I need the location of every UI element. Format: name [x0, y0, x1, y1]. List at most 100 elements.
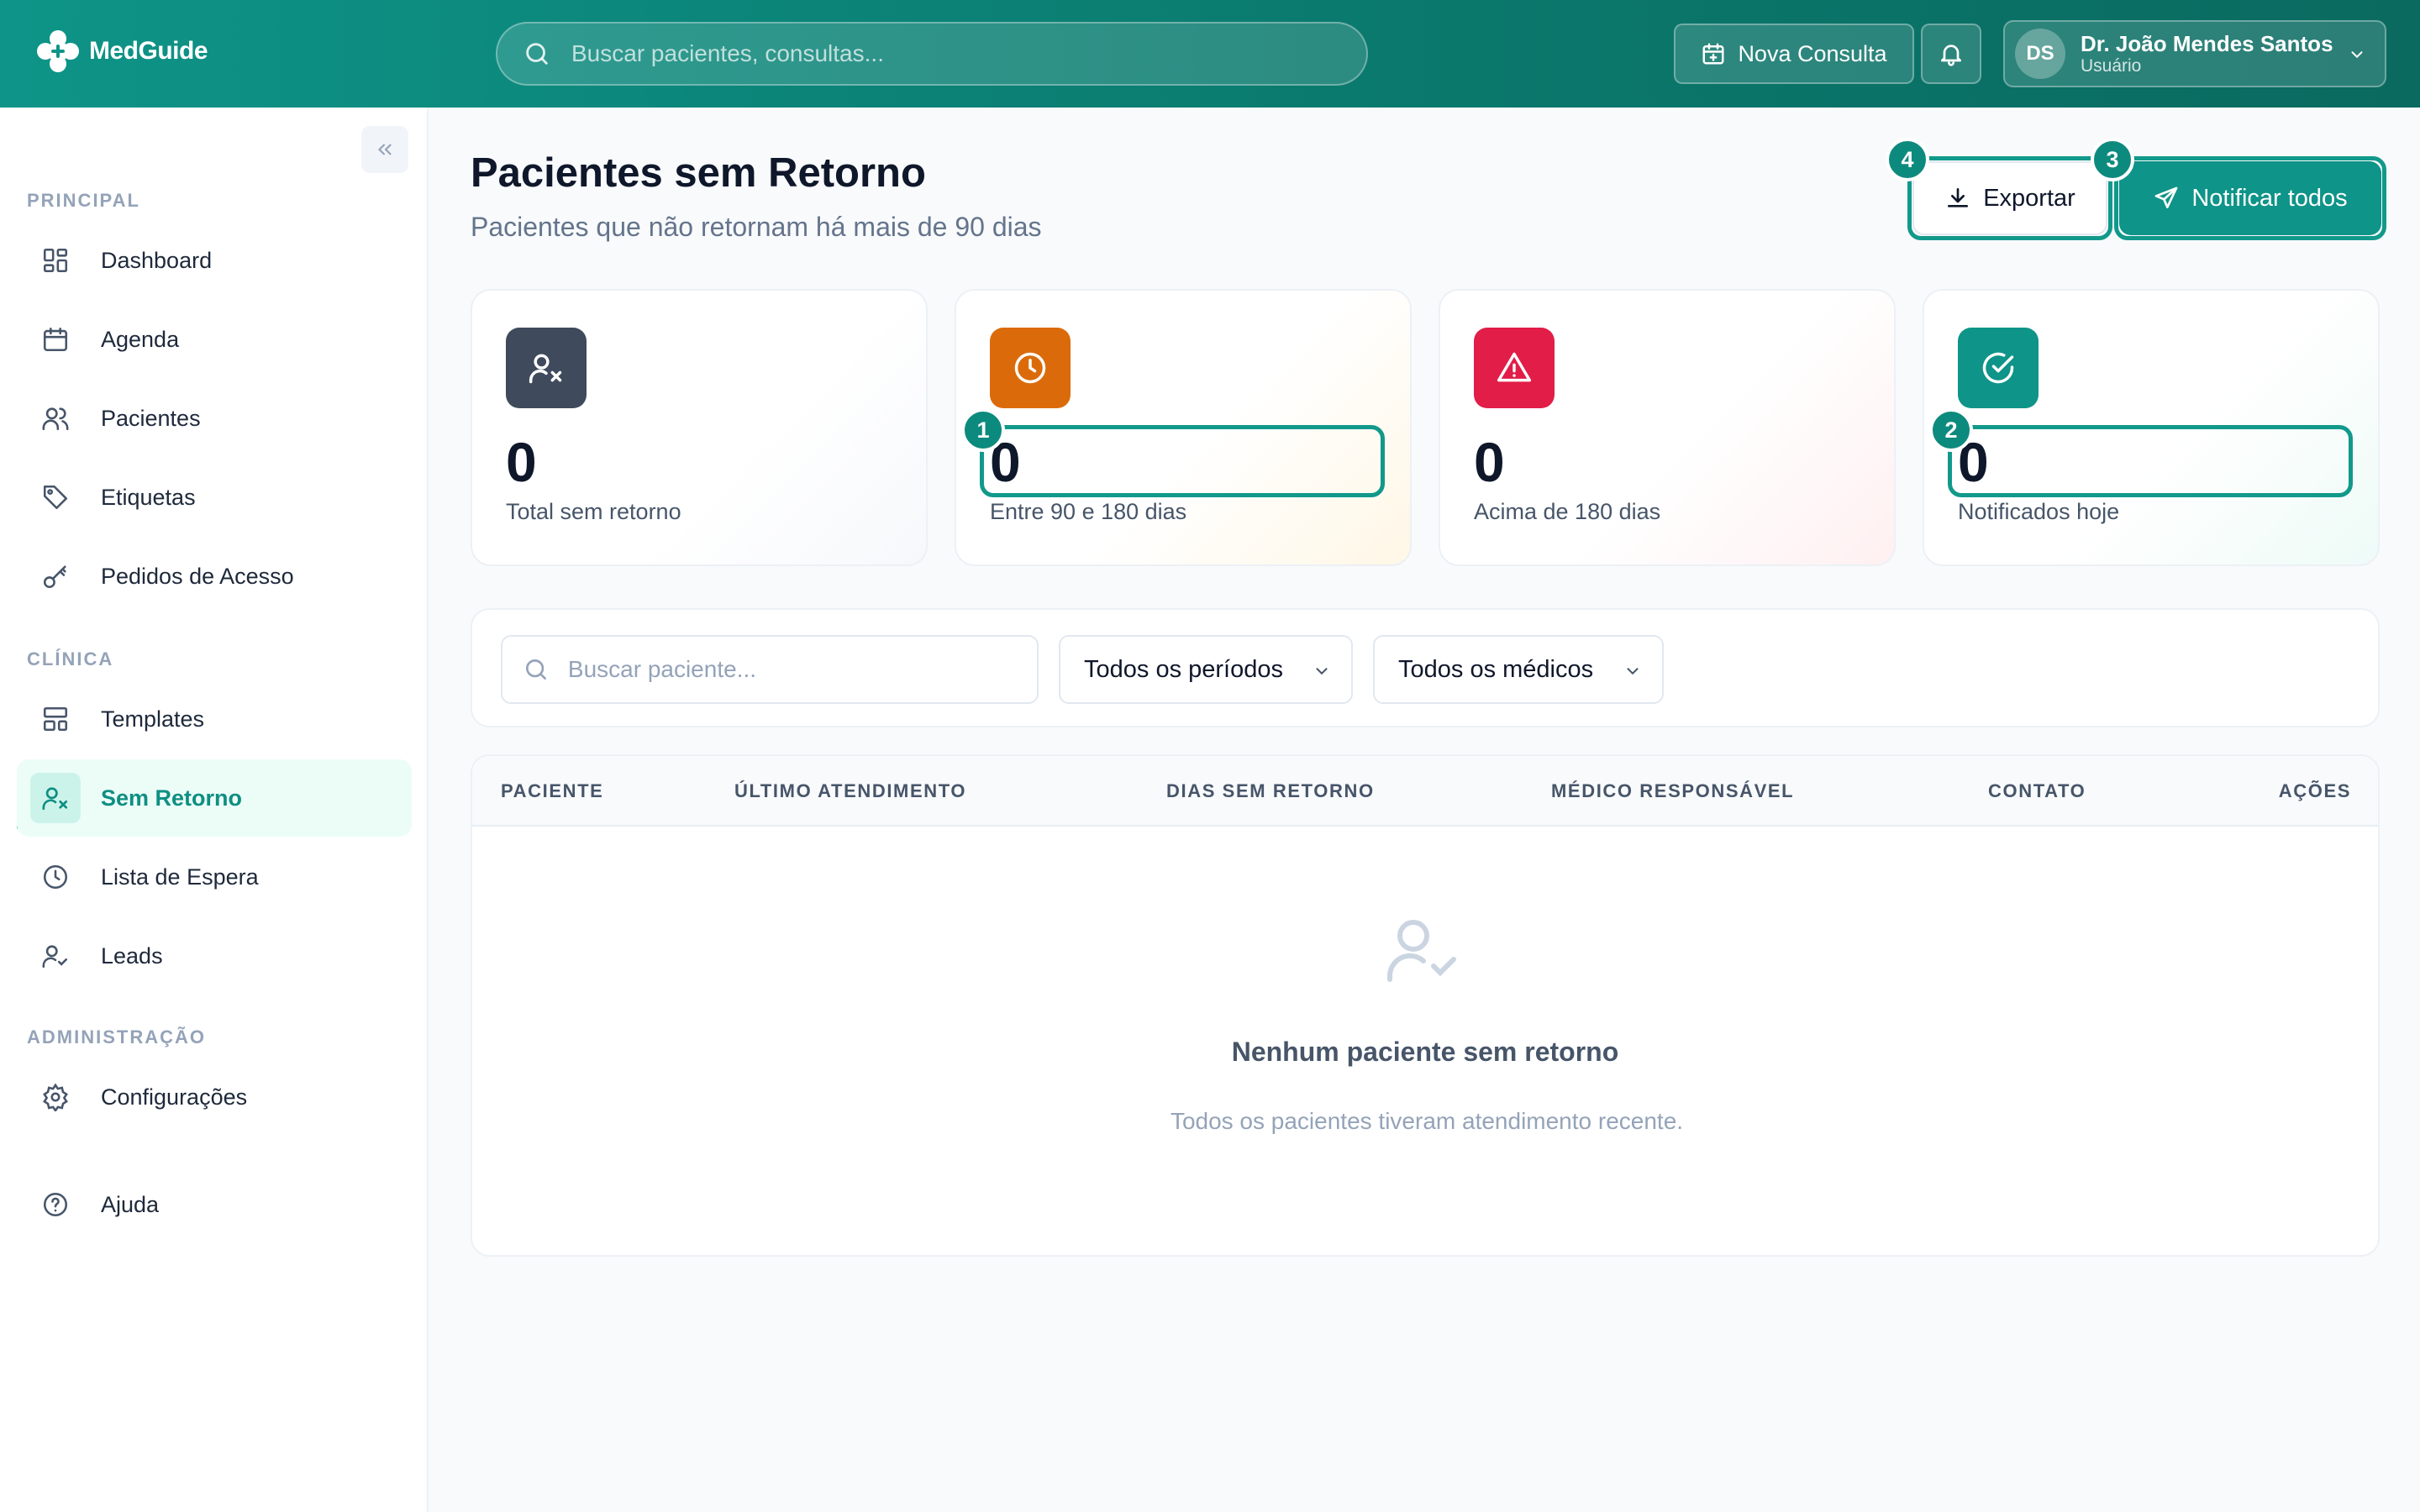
- sidebar-item-label: Leads: [101, 943, 163, 969]
- gear-icon: [39, 1080, 72, 1114]
- sidebar-item-lista-de-espera[interactable]: Lista de Espera: [17, 838, 412, 916]
- sidebar-item-label: Etiquetas: [101, 485, 196, 510]
- users-icon: [39, 402, 72, 435]
- sidebar-item-etiquetas[interactable]: Etiquetas: [17, 459, 412, 536]
- sidebar-item-agenda[interactable]: Agenda: [17, 301, 412, 378]
- user-x-icon: [30, 773, 81, 823]
- sidebar-item-ajuda[interactable]: Ajuda: [17, 1166, 412, 1243]
- sidebar: PRINCIPAL Dashboard Agenda Pacientes Eti…: [0, 108, 429, 1512]
- app-logo[interactable]: MedGuide: [32, 25, 208, 77]
- stat-card-total: 0 Total sem retorno: [471, 289, 928, 566]
- user-check-icon: [39, 939, 72, 973]
- notify-all-label: Notificar todos: [2191, 184, 2348, 212]
- annotation-badge-1: 1: [961, 408, 1005, 452]
- sidebar-item-label: Sem Retorno: [101, 785, 243, 811]
- dashboard-icon: [39, 244, 72, 277]
- search-icon: [526, 43, 548, 65]
- export-label: Exportar: [1983, 184, 2075, 212]
- section-label-principal: PRINCIPAL: [27, 190, 140, 211]
- alert-triangle-icon: [1474, 328, 1555, 408]
- clock-icon: [990, 328, 1071, 408]
- sidebar-item-label: Pedidos de Acesso: [101, 564, 294, 589]
- top-header: MedGuide Nova Consulta DS Dr. João Mende…: [0, 0, 2420, 108]
- export-button[interactable]: Exportar: [1912, 161, 2107, 235]
- patient-search-input[interactable]: [567, 656, 1037, 683]
- check-circle-icon: [1958, 328, 2039, 408]
- bell-icon: [1941, 45, 1961, 66]
- new-consult-label: Nova Consulta: [1738, 40, 1887, 66]
- sidebar-item-dashboard[interactable]: Dashboard: [17, 222, 412, 299]
- stat-label: Total sem retorno: [506, 499, 681, 524]
- avatar: DS: [2015, 29, 2065, 79]
- column-header-paciente[interactable]: PACIENTE: [501, 756, 603, 827]
- column-header-contato[interactable]: CONTATO: [1988, 756, 2086, 827]
- sidebar-item-sem-retorno[interactable]: Sem Retorno: [17, 759, 412, 837]
- sidebar-item-leads[interactable]: Leads: [17, 917, 412, 995]
- chevron-down-icon: [1627, 668, 1639, 675]
- chevron-down-icon: [1316, 668, 1328, 675]
- column-header-dias-sem-retorno[interactable]: DIAS SEM RETORNO: [1166, 756, 1375, 827]
- empty-state-title: Nenhum paciente sem retorno: [1231, 1037, 1619, 1067]
- sidebar-item-label: Configurações: [101, 1084, 248, 1110]
- sidebar-item-label: Templates: [101, 706, 205, 732]
- user-menu[interactable]: DS Dr. João Mendes Santos Usuário: [2003, 20, 2386, 87]
- section-label-administracao: ADMINISTRAÇÃO: [27, 1026, 206, 1047]
- stat-value: 0: [506, 431, 537, 493]
- stat-card-over-180: 0 Acima de 180 dias: [1439, 289, 1896, 566]
- doctor-select-value: Todos os médicos: [1398, 655, 1594, 683]
- collapse-sidebar-button[interactable]: [361, 126, 408, 173]
- global-search-input[interactable]: [571, 40, 1328, 67]
- annotation-badge-3: 3: [2091, 138, 2134, 181]
- user-name: Dr. João Mendes Santos: [2081, 31, 2333, 56]
- empty-state-subtitle: Todos os pacientes tiveram atendimento r…: [1170, 1108, 1684, 1134]
- download-icon: [1948, 188, 1969, 207]
- notifications-button[interactable]: [1921, 24, 1981, 84]
- sidebar-item-pacientes[interactable]: Pacientes: [17, 380, 412, 457]
- clock-icon: [39, 860, 72, 894]
- section-label-clinica: CLÍNICA: [27, 648, 114, 669]
- app-name: MedGuide: [89, 37, 208, 65]
- layout-icon: [39, 702, 72, 736]
- patient-search[interactable]: [501, 635, 1039, 704]
- column-header-ultimo-atendimento[interactable]: ÚLTIMO ATENDIMENTO: [734, 756, 966, 827]
- doctor-select[interactable]: Todos os médicos: [1373, 635, 1664, 704]
- sidebar-item-pedidos-de-acesso[interactable]: Pedidos de Acesso: [17, 538, 412, 615]
- period-select-value: Todos os períodos: [1084, 655, 1283, 683]
- sidebar-item-label: Lista de Espera: [101, 864, 259, 890]
- search-icon: [525, 659, 546, 680]
- patients-table: PACIENTE ÚLTIMO ATENDIMENTO DIAS SEM RET…: [471, 754, 2380, 1257]
- page-title: Pacientes sem Retorno: [471, 150, 926, 196]
- calendar-plus-icon: [1702, 43, 1724, 65]
- sidebar-item-configuracoes[interactable]: Configurações: [17, 1058, 412, 1136]
- chevron-down-icon: [2351, 51, 2363, 59]
- page-subtitle: Pacientes que não retornam há mais de 90…: [471, 212, 1042, 242]
- table-header: PACIENTE ÚLTIMO ATENDIMENTO DIAS SEM RET…: [472, 756, 2378, 827]
- sidebar-item-templates[interactable]: Templates: [17, 680, 412, 758]
- filter-bar: Todos os períodos Todos os médicos: [471, 608, 2380, 727]
- key-icon: [39, 559, 72, 593]
- period-select[interactable]: Todos os períodos: [1059, 635, 1353, 704]
- tag-icon: [39, 480, 72, 514]
- chevrons-left-icon: [377, 144, 392, 155]
- stat-label: Entre 90 e 180 dias: [990, 499, 1187, 524]
- stat-card-notified: 0 Notificados hoje: [1923, 289, 2380, 566]
- help-circle-icon: [39, 1188, 72, 1221]
- medguide-logo-icon: [37, 30, 79, 72]
- sidebar-item-label: Agenda: [101, 327, 180, 352]
- column-header-medico-responsavel[interactable]: MÉDICO RESPONSÁVEL: [1551, 756, 1794, 827]
- user-role: Usuário: [2081, 56, 2142, 76]
- notify-all-button[interactable]: Notificar todos: [2119, 161, 2381, 235]
- stat-value: 0: [1474, 431, 1505, 493]
- stat-label: Notificados hoje: [1958, 499, 2120, 524]
- sidebar-item-label: Dashboard: [101, 248, 213, 273]
- annotation-badge-2: 2: [1929, 408, 1973, 452]
- global-search[interactable]: [496, 22, 1368, 86]
- stat-label: Acima de 180 dias: [1474, 499, 1661, 524]
- user-x-icon: [506, 328, 587, 408]
- user-check-icon: [1386, 920, 1456, 982]
- calendar-icon: [39, 323, 72, 356]
- column-header-acoes: AÇÕES: [2278, 780, 2351, 801]
- send-icon: [2154, 186, 2178, 208]
- annotation-badge-4: 4: [1886, 138, 1929, 181]
- new-consult-button[interactable]: Nova Consulta: [1674, 24, 1914, 84]
